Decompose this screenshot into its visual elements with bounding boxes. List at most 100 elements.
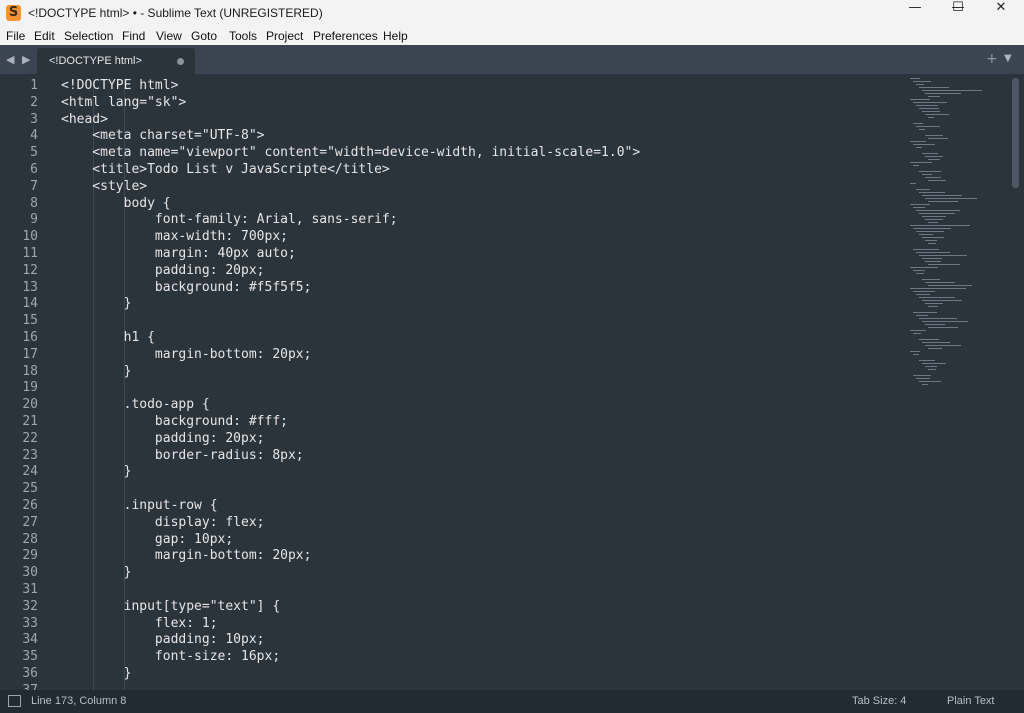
- code-line[interactable]: flex: 1;: [61, 616, 640, 633]
- code-text[interactable]: <!DOCTYPE html> <html lang="sk"> <head> <m…: [61, 78, 640, 690]
- code-line[interactable]: .input-row {: [61, 498, 640, 515]
- code-line[interactable]: font-family: Arial, sans-serif;: [61, 212, 640, 229]
- code-line[interactable]: .todo-app {: [61, 397, 640, 414]
- panel-toggle-icon[interactable]: [8, 695, 21, 707]
- code-line[interactable]: }: [61, 464, 640, 481]
- syntax-mode[interactable]: Plain Text: [947, 695, 995, 707]
- tab-nav-arrows-icon[interactable]: ◀ ▶: [6, 53, 32, 66]
- editor-area[interactable]: 1 2 3 4 5 6 7 8 9 10 11 12 13 14 15 16 17 18 19 20 21 22 23 24 2…: [0, 74, 1024, 690]
- code-line[interactable]: [61, 582, 640, 599]
- code-line[interactable]: margin: 40px auto;: [61, 246, 640, 263]
- minimap-line: [916, 105, 938, 106]
- code-line[interactable]: }: [61, 666, 640, 683]
- code-line[interactable]: [61, 683, 640, 690]
- minimap-line: [928, 327, 958, 328]
- menu-edit[interactable]: Edit: [34, 29, 55, 43]
- minimap-line: [913, 249, 939, 250]
- code-line[interactable]: <title>Todo List v JavaScripte</title>: [61, 162, 640, 179]
- code-line[interactable]: <meta charset="UTF-8">: [61, 128, 640, 145]
- line-number: 13: [22, 279, 38, 295]
- minimap-line: [922, 342, 950, 343]
- code-line[interactable]: margin-bottom: 20px;: [61, 347, 640, 364]
- code-line[interactable]: font-size: 16px;: [61, 649, 640, 666]
- minimap-line: [910, 288, 966, 289]
- code-line[interactable]: [61, 380, 640, 397]
- minimap-line: [925, 156, 943, 157]
- minimap-line: [922, 321, 968, 322]
- code-line[interactable]: background: #f5f5f5;: [61, 280, 640, 297]
- minimap-line: [916, 273, 924, 274]
- code-line[interactable]: }: [61, 565, 640, 582]
- code-line[interactable]: padding: 20px;: [61, 263, 640, 280]
- maximize-button[interactable]: ☐: [936, 0, 980, 27]
- vertical-scrollbar[interactable]: [1012, 78, 1019, 188]
- minimap-line: [919, 381, 941, 382]
- line-number: 30: [22, 565, 38, 581]
- menu-goto[interactable]: Goto: [191, 29, 217, 43]
- minimap-line: [916, 189, 930, 190]
- menu-preferences[interactable]: Preferences: [313, 29, 378, 43]
- code-line[interactable]: padding: 10px;: [61, 632, 640, 649]
- minimap-line: [925, 198, 977, 199]
- code-line[interactable]: }: [61, 364, 640, 381]
- minimize-icon-button[interactable]: —: [893, 0, 937, 27]
- minimap-line: [925, 93, 961, 94]
- status-bar: Line 173, Column 8 Tab Size: 4 Plain Tex…: [0, 690, 1024, 713]
- menu-view[interactable]: View: [156, 29, 182, 43]
- minimap-line: [916, 315, 928, 316]
- menu-file[interactable]: File: [6, 29, 25, 43]
- code-line[interactable]: border-radius: 8px;: [61, 448, 640, 465]
- line-number: 28: [22, 531, 38, 547]
- minimap-line: [916, 378, 930, 379]
- code-line[interactable]: [61, 313, 640, 330]
- code-line[interactable]: padding: 20px;: [61, 431, 640, 448]
- minimap-line: [919, 108, 939, 109]
- minimap-line: [910, 267, 938, 268]
- minimap-line: [916, 294, 930, 295]
- minimap-line: [910, 99, 930, 100]
- menu-project[interactable]: Project: [266, 29, 303, 43]
- menu-tools[interactable]: Tools: [229, 29, 257, 43]
- code-line[interactable]: <meta name="viewport" content="width=dev…: [61, 145, 640, 162]
- menu-find[interactable]: Find: [122, 29, 145, 43]
- new-tab-plus-icon[interactable]: +: [986, 51, 998, 67]
- unsaved-dot-icon[interactable]: [177, 58, 184, 65]
- line-number: 15: [22, 313, 38, 329]
- line-number: 8: [30, 195, 38, 211]
- minimap-line: [919, 192, 945, 193]
- menu-help[interactable]: Help: [383, 29, 408, 43]
- code-line[interactable]: <style>: [61, 179, 640, 196]
- line-number: 14: [22, 296, 38, 312]
- minimap[interactable]: [910, 74, 1010, 404]
- minimap-line: [910, 162, 932, 163]
- minimap-line: [913, 375, 931, 376]
- code-line[interactable]: [61, 481, 640, 498]
- tab-size[interactable]: Tab Size: 4: [852, 695, 906, 707]
- code-line[interactable]: input[type="text"] {: [61, 599, 640, 616]
- tab-doctype-html[interactable]: <!DOCTYPE html>: [37, 48, 195, 74]
- code-line[interactable]: body {: [61, 196, 640, 213]
- code-line[interactable]: h1 {: [61, 330, 640, 347]
- code-line[interactable]: gap: 10px;: [61, 532, 640, 549]
- minimap-line: [928, 138, 948, 139]
- menu-selection[interactable]: Selection: [64, 29, 113, 43]
- cursor-position[interactable]: Line 173, Column 8: [31, 695, 126, 707]
- code-line[interactable]: margin-bottom: 20px;: [61, 548, 640, 565]
- line-number: 4: [30, 128, 38, 144]
- line-number: 35: [22, 649, 38, 665]
- tab-menu-chevron-icon[interactable]: ▼: [1004, 53, 1012, 64]
- line-number: 9: [30, 212, 38, 228]
- code-line[interactable]: <html lang="sk">: [61, 95, 640, 112]
- minimap-line: [919, 318, 957, 319]
- minimap-line: [916, 252, 950, 253]
- minimap-line: [922, 195, 962, 196]
- code-line[interactable]: <!DOCTYPE html>: [61, 78, 640, 95]
- minimap-line: [922, 111, 940, 112]
- code-line[interactable]: }: [61, 296, 640, 313]
- code-line[interactable]: background: #fff;: [61, 414, 640, 431]
- minimap-line: [928, 369, 936, 370]
- code-line[interactable]: <head>: [61, 112, 640, 129]
- code-line[interactable]: display: flex;: [61, 515, 640, 532]
- close-button[interactable]: ✕: [979, 0, 1023, 27]
- code-line[interactable]: max-width: 700px;: [61, 229, 640, 246]
